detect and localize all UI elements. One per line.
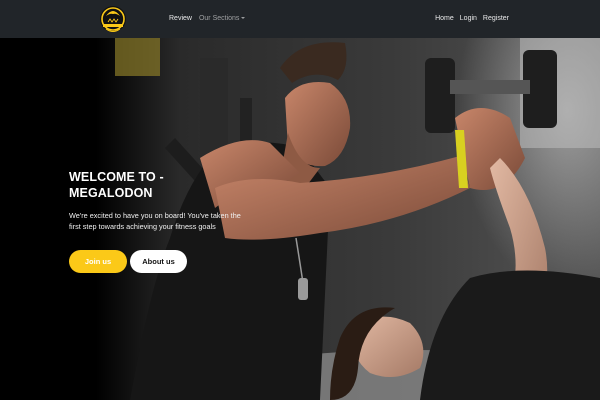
nav-register-link[interactable]: Register — [483, 14, 509, 23]
chevron-down-icon — [241, 17, 246, 19]
hero-title-line-1: WELCOME TO - — [69, 170, 164, 184]
nav-left: Review Our Sections — [169, 14, 246, 23]
nav-our-sections-label: Our Sections — [198, 15, 240, 22]
brand-logo[interactable] — [99, 2, 127, 36]
join-us-button[interactable]: Join us — [69, 250, 127, 273]
nav-review-link[interactable]: Review — [169, 14, 192, 23]
hero-title-line-2: MEGALODON — [69, 186, 153, 200]
nav-our-sections-dropdown[interactable]: Our Sections — [198, 14, 246, 23]
nav-login-link[interactable]: Login — [460, 14, 477, 23]
navbar: Review Our Sections Home Login Register — [0, 0, 600, 38]
nav-right: Home Login Register — [435, 14, 509, 23]
nav-home-link[interactable]: Home — [435, 14, 454, 23]
hero-title: WELCOME TO - MEGALODON — [69, 169, 269, 201]
hero-text-block: WELCOME TO - MEGALODON We're excited to … — [69, 169, 269, 232]
megalodon-logo-icon — [100, 6, 126, 32]
hero-subtitle: We're excited to have you on board! You'… — [69, 211, 241, 231]
about-us-button[interactable]: About us — [130, 250, 187, 273]
hero-section: WELCOME TO - MEGALODON We're excited to … — [0, 38, 600, 400]
